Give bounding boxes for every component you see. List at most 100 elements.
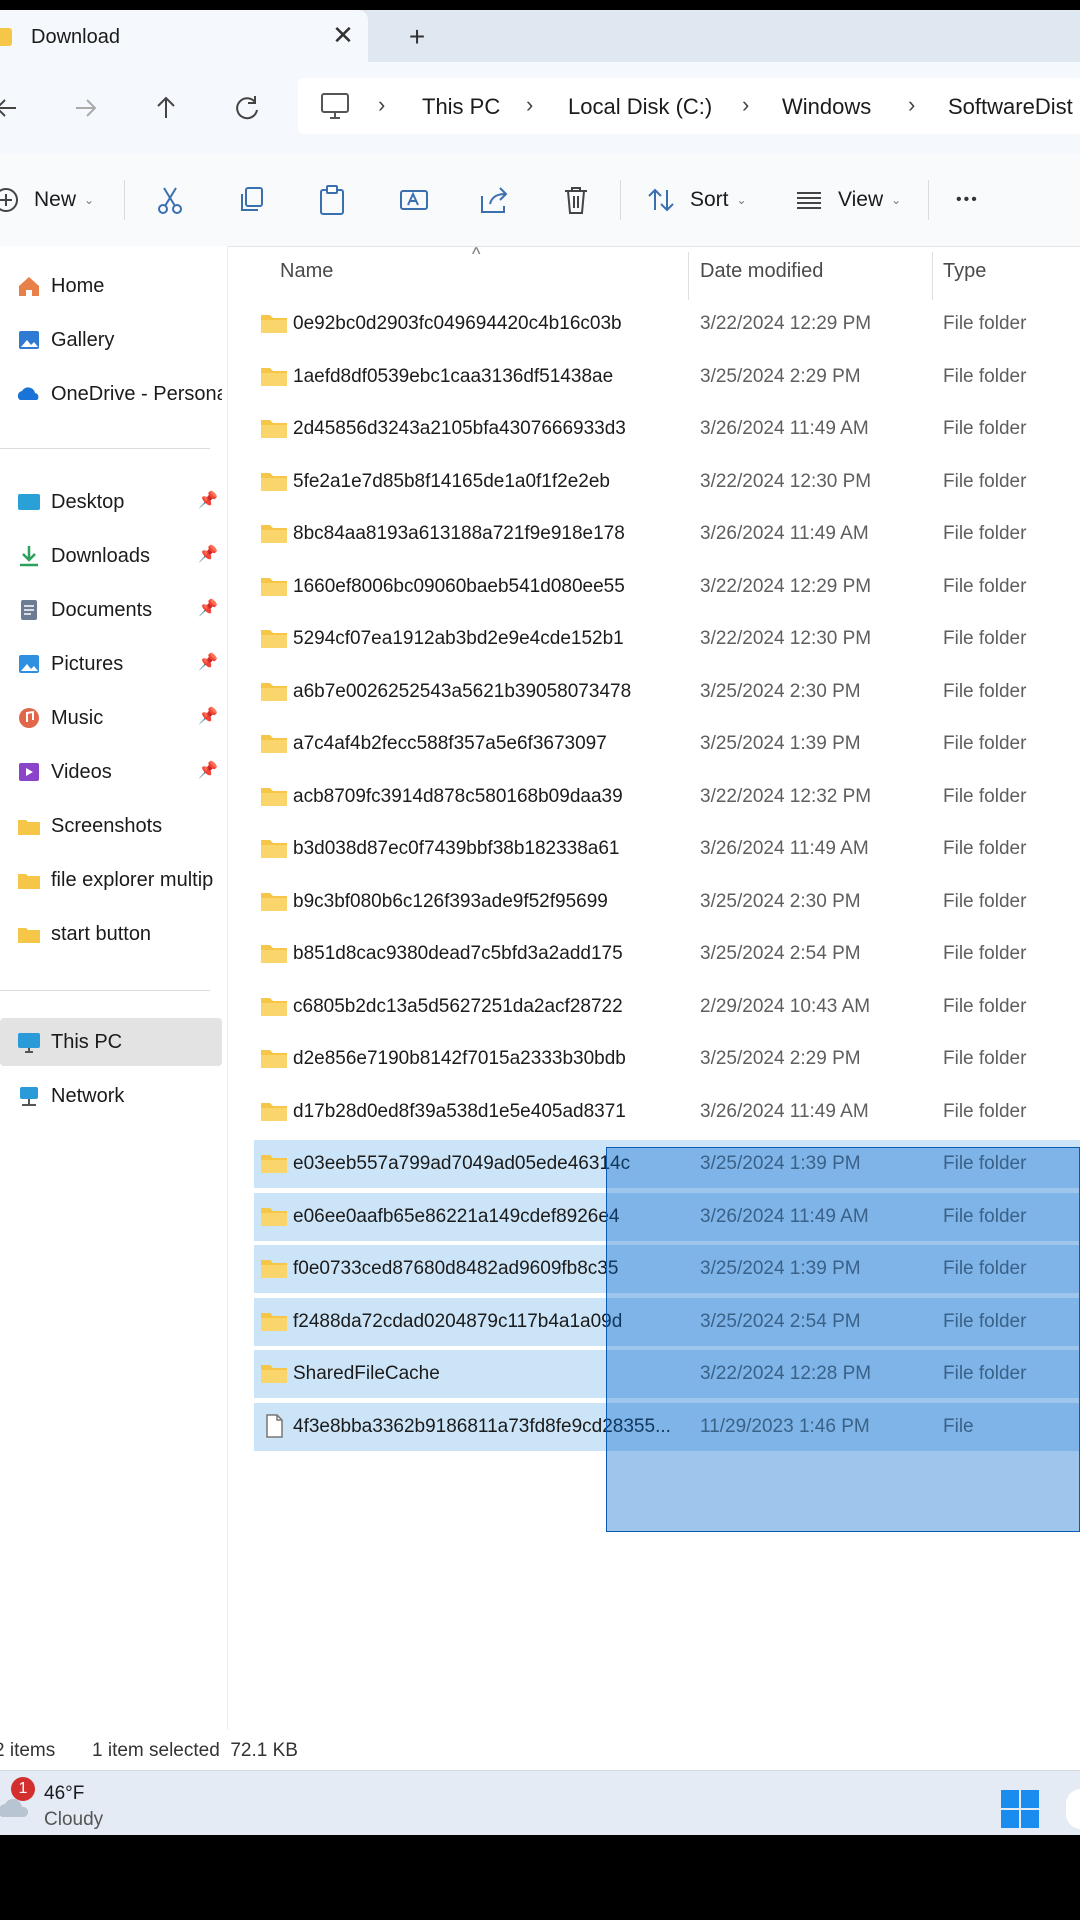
table-row[interactable]: b851d8cac9380dead7c5bfd3a2add175 3/25/202… [254,930,1080,978]
weather-temperature[interactable]: 46°F [44,1783,84,1805]
delete-icon[interactable] [558,182,594,218]
view-button[interactable]: View ⌄ [794,178,901,222]
cut-icon[interactable] [152,182,188,218]
forward-arrow-icon[interactable] [66,88,106,128]
sidebar-item-home[interactable]: Home [0,262,222,310]
file-name: f2488da72cdad0204879c117b4a1a09d [293,1310,623,1332]
file-type: File folder [943,995,1027,1017]
table-row[interactable]: acb8709fc3914d878c580168b09daa39 3/22/202… [254,773,1080,821]
sidebar-item-label: Videos [51,761,112,783]
breadcrumb-this-pc[interactable]: This PC [422,94,500,120]
weather-condition[interactable]: Cloudy [44,1809,103,1831]
sidebar-item-downloads[interactable]: Downloads 📌 [0,532,222,580]
table-row[interactable]: 0e92bc0d2903fc049694420c4b16c03b 3/22/202… [254,300,1080,348]
rename-icon[interactable] [396,182,432,218]
breadcrumb-softwaredist[interactable]: SoftwareDist [948,94,1073,120]
divider [0,990,210,991]
pin-icon[interactable]: 📌 [198,490,218,510]
up-arrow-icon[interactable] [146,88,186,128]
copy-icon[interactable] [234,182,270,218]
pin-icon[interactable]: 📌 [198,598,218,618]
file-name: 5fe2a1e7d85b8f14165de1a0f1f2e2eb [293,470,610,492]
paste-icon[interactable] [314,182,350,218]
file-name: f0e0733ced87680d8482ad9609fb8c35 [293,1258,619,1279]
pin-icon[interactable]: 📌 [198,544,218,564]
address-bar[interactable]: › This PC › Local Disk (C:) › Windows › … [298,78,1080,134]
sidebar-item-label: Documents [51,599,153,621]
tab-download[interactable]: Download ✕ [0,10,368,62]
new-tab-button[interactable]: + [400,20,434,54]
table-row[interactable]: 1660ef8006bc09060baeb541d080ee55 3/22/202… [254,563,1080,611]
folder-icon [260,889,288,913]
column-header-name[interactable]: Name [280,260,333,283]
more-options-button[interactable]: ••• [956,178,979,222]
file-type: File folder [943,680,1027,702]
sidebar-item-label: This PC [51,1031,123,1053]
pictures-icon [19,655,39,673]
chevron-down-icon: ⌄ [736,193,747,207]
divider [124,180,125,220]
folder-icon [260,1099,288,1123]
table-row[interactable]: b3d038d87ec0f7439bbf38b182338a61 3/26/202… [254,825,1080,873]
sidebar-item-pictures[interactable]: Pictures 📌 [0,640,222,688]
status-bar: 2 items 1 item selected 72.1 KB [0,1730,1080,1770]
sidebar-item-desktop[interactable]: Desktop 📌 [0,478,222,526]
plus-circle-icon [0,188,18,212]
sidebar-item-this-pc[interactable]: This PC [0,1018,222,1066]
folder-icon [260,1046,288,1070]
table-row[interactable]: 5294cf07ea1912ab3bd2e9e4cde152b1 3/22/202… [254,615,1080,663]
new-button[interactable]: New ⌄ [0,178,94,222]
sidebar-item-gallery[interactable]: Gallery [0,316,222,364]
column-divider[interactable] [932,252,933,300]
sidebar-item-file-explorer-multip[interactable]: file explorer multip [0,856,222,904]
column-divider[interactable] [688,252,689,300]
search-pill[interactable] [1066,1789,1080,1829]
folder-icon [18,874,40,889]
file-date-modified: 3/25/2024 2:30 PM [700,890,861,912]
table-row[interactable]: 2d45856d3243a2105bfa4307666933d3 3/26/202… [254,405,1080,453]
sidebar-item-network[interactable]: Network [0,1072,222,1120]
pin-icon[interactable]: 📌 [198,652,218,672]
table-row[interactable]: 1aefd8df0539ebc1caa3136df51438ae 3/25/202… [254,353,1080,401]
file-date-modified: 2/29/2024 10:43 AM [700,995,871,1017]
sidebar-item-screenshots[interactable]: Screenshots [0,802,222,850]
table-row[interactable]: a7c4af4b2fecc588f357a5e6f3673097 3/25/202… [254,720,1080,768]
breadcrumb-windows[interactable]: Windows [782,94,871,120]
table-row[interactable]: c6805b2dc13a5d5627251da2acf28722 2/29/202… [254,983,1080,1031]
breadcrumb-local-disk[interactable]: Local Disk (C:) [568,94,712,120]
folder-icon [18,820,40,835]
table-row[interactable]: d2e856e7190b8142f7015a2333b30bdb 3/25/202… [254,1035,1080,1083]
folder-icon [260,1361,288,1385]
column-header-date[interactable]: Date modified [700,260,823,283]
close-tab-button[interactable]: ✕ [328,20,358,50]
sidebar-item-videos[interactable]: Videos 📌 [0,748,222,796]
pin-icon[interactable]: 📌 [198,760,218,780]
file-name: 2d45856d3243a2105bfa4307666933d3 [293,418,626,439]
view-icon [797,192,821,209]
documents-icon [21,600,37,620]
share-icon[interactable] [476,182,512,218]
table-row[interactable]: d17b28d0ed8f39a538d1e5e405ad8371 3/26/202… [254,1088,1080,1136]
pin-icon[interactable]: 📌 [198,706,218,726]
sidebar-item-documents[interactable]: Documents 📌 [0,586,222,634]
sidebar-item-music[interactable]: Music 📌 [0,694,222,742]
column-header-type[interactable]: Type [943,260,986,283]
sidebar-item-onedrive[interactable]: OneDrive - Persona [0,370,222,418]
sort-button[interactable]: Sort ⌄ [646,178,747,222]
folder-icon [260,784,288,808]
table-row[interactable]: b9c3bf080b6c126f393ade9f52f95699 3/25/202… [254,878,1080,926]
file-date-modified: 3/25/2024 2:54 PM [700,943,861,964]
table-row[interactable]: a6b7e0026252543a5621b39058073478 3/25/202… [254,668,1080,716]
start-button-windows-icon[interactable] [1000,1789,1040,1829]
view-label: View [838,188,884,211]
refresh-icon[interactable] [227,88,267,128]
back-arrow-icon[interactable] [0,88,28,128]
sidebar-item-label: Network [51,1085,125,1107]
table-row[interactable]: 5fe2a1e7d85b8f14165de1a0f1f2e2eb 3/22/202… [254,458,1080,506]
divider [0,448,210,449]
table-row[interactable]: 8bc84aa8193a613188a721f9e918e178 3/26/202… [254,510,1080,558]
sidebar-item-start-button[interactable]: start button [0,910,222,958]
sidebar-item-label: OneDrive - Persona [51,383,222,405]
command-bar: New ⌄ Sort ⌄ View ⌄ ••• [0,154,1080,247]
file-name: a6b7e0026252543a5621b39058073478 [293,680,632,702]
